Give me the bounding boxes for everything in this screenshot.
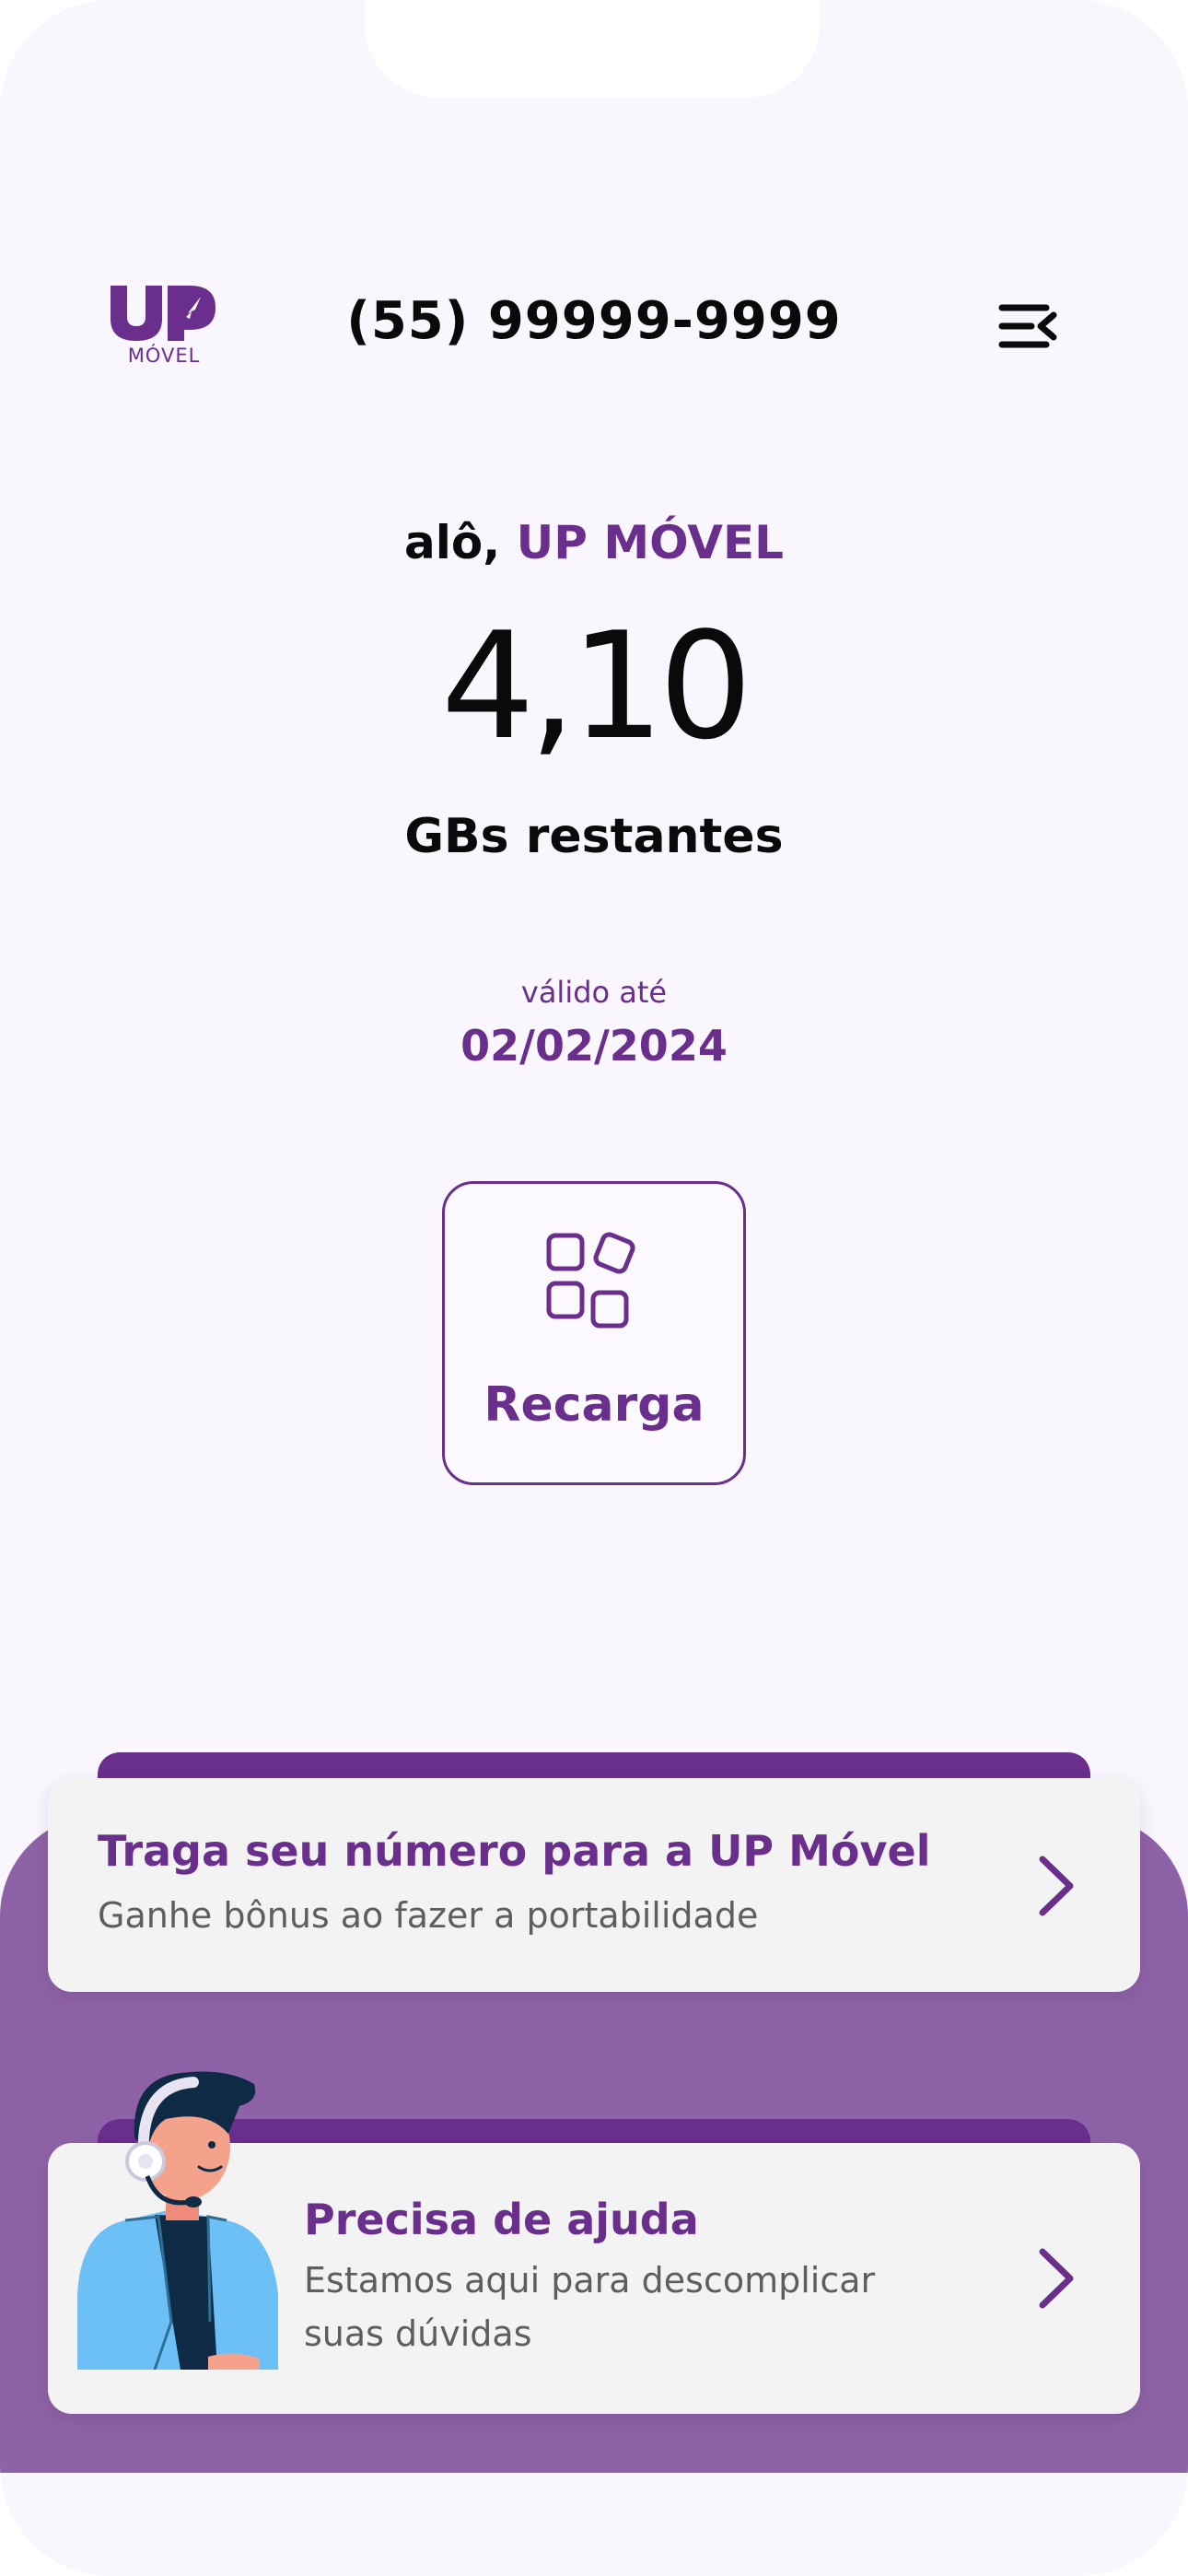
greeting: alô, UP MÓVEL (0, 516, 1188, 569)
balance-label: GBs restantes (404, 809, 784, 864)
menu-collapse-icon (998, 304, 1057, 348)
recharge-button[interactable]: Recarga (442, 1181, 746, 1485)
phone-number: (55) 99999-9999 (346, 291, 842, 351)
logo-subtitle: MÓVEL (127, 345, 201, 367)
phone-screen: MÓVEL (55) 99999-9999 alô, UP MÓVEL 4,10… (0, 0, 1188, 2576)
portability-title: Traga seu número para a UP Móvel (98, 1826, 931, 1876)
recharge-label: Recarga (483, 1377, 705, 1433)
help-subtitle-line-2: suas dúvidas (304, 2313, 532, 2354)
support-agent-illustration (77, 2071, 278, 2370)
chevron-right-icon (1039, 1856, 1074, 1916)
greeting-name: UP MÓVEL (516, 516, 784, 569)
help-title: Precisa de ajuda (304, 2195, 699, 2244)
portability-subtitle: Ganhe bônus ao fazer a portabilidade (98, 1895, 759, 1936)
apps-grid-icon (546, 1232, 635, 1329)
chevron-right-icon (1039, 2248, 1074, 2309)
up-logo-icon (111, 286, 215, 341)
device-notch (365, 0, 820, 98)
valid-until-date: 02/02/2024 (460, 1021, 728, 1071)
data-balance: 4,10 (440, 600, 752, 772)
help-subtitle-line-1: Estamos aqui para descomplicar (304, 2260, 876, 2301)
menu-button[interactable] (996, 300, 1061, 352)
greeting-prefix: alô, (404, 516, 501, 569)
brand-logo[interactable]: MÓVEL (107, 276, 221, 369)
portability-card[interactable]: Traga seu número para a UP Móvel Ganhe b… (48, 1778, 1140, 1992)
valid-until-label: válido até (520, 975, 668, 1010)
